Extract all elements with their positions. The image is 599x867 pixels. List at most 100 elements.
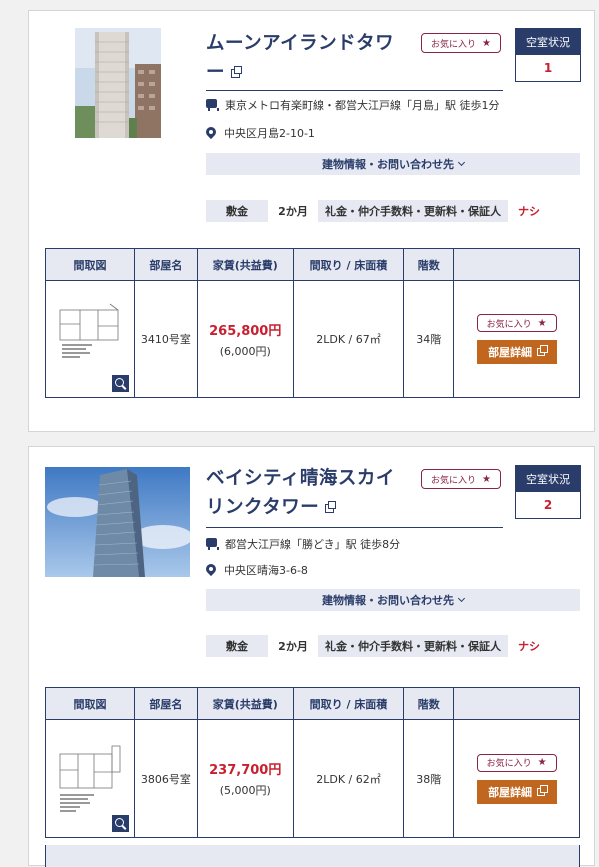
- external-link-icon: [231, 65, 243, 78]
- table-row: [45, 845, 580, 867]
- room-favorite-button[interactable]: お気に入り ★: [476, 753, 557, 772]
- actions-cell: お気に入り ★ 部屋詳細: [453, 280, 580, 398]
- col-layout: 間取り / 床面積: [293, 248, 405, 281]
- station-info: 都営大江戸線「勝どき」駅 徒歩8分: [206, 536, 400, 552]
- room-favorite-label: お気に入り: [486, 319, 532, 330]
- table-header-row: 間取図 部屋名 家賃(共益費) 間取り / 床面積 階数: [45, 687, 580, 720]
- external-link-icon: [537, 345, 549, 356]
- building-info-label: 建物情報・お問い合わせ先: [322, 594, 454, 607]
- map-pin-icon: [206, 564, 216, 576]
- star-icon: ★: [537, 757, 547, 768]
- favorite-label: お気に入り: [431, 475, 477, 486]
- col-room-name: 部屋名: [134, 248, 198, 281]
- fees-label: 礼金・仲介手数料・更新料・保証人: [318, 635, 508, 657]
- deposit-value: 2か月: [278, 640, 308, 653]
- train-icon: [206, 99, 219, 111]
- station-text: 都営大江戸線「勝どき」駅 徒歩8分: [225, 538, 401, 551]
- col-actions: [453, 687, 580, 720]
- col-floorplan: 間取図: [45, 248, 135, 281]
- vacancy-count: 1: [543, 61, 553, 75]
- deposit-label: 敷金: [206, 635, 268, 657]
- deposit-value: 2か月: [278, 205, 308, 218]
- external-link-icon: [325, 500, 337, 513]
- deposit-label: 敷金: [206, 200, 268, 222]
- col-room-name: 部屋名: [134, 687, 198, 720]
- table-header-row: 間取図 部屋名 家賃(共益費) 間取り / 床面積 階数: [45, 248, 580, 281]
- col-floor: 階数: [403, 687, 455, 720]
- station-text: 東京メトロ有楽町線・都営大江戸線「月島」駅 徒歩1分: [225, 99, 500, 112]
- vacancy-count: 2: [543, 498, 553, 512]
- favorite-label: お気に入り: [431, 39, 477, 50]
- address-info: 中央区月島2-10-1: [206, 125, 315, 141]
- vacancy-label: 空室状況: [516, 466, 580, 492]
- star-icon: ★: [482, 37, 491, 49]
- favorite-button[interactable]: お気に入り ★: [421, 33, 501, 53]
- building-name[interactable]: ムーンアイランドタワー: [206, 29, 396, 87]
- building-photo[interactable]: [75, 28, 161, 138]
- table-row: 3410号室 265,800円 (6,000円) 2LDK / 67㎡ 34階 …: [45, 280, 580, 398]
- col-layout: 間取り / 床面積: [293, 687, 405, 720]
- fees-label: 礼金・仲介手数料・更新料・保証人: [318, 200, 508, 222]
- favorite-button[interactable]: お気に入り ★: [421, 469, 501, 489]
- address-info: 中央区晴海3-6-8: [206, 562, 308, 578]
- vacancy-box[interactable]: 空室状況 1: [515, 28, 581, 82]
- col-rent: 家賃(共益費): [197, 248, 294, 281]
- room-detail-button[interactable]: 部屋詳細: [476, 779, 557, 804]
- building-photo[interactable]: [45, 467, 190, 577]
- train-icon: [206, 538, 219, 550]
- col-rent: 家賃(共益費): [197, 687, 294, 720]
- star-icon: ★: [537, 317, 547, 329]
- deposit-row: 敷金 2か月 礼金・仲介手数料・更新料・保証人 ナシ: [206, 200, 540, 222]
- address-text: 中央区晴海3-6-8: [224, 564, 308, 577]
- common-fee: (5,000円): [219, 784, 271, 797]
- rent-cell: 265,800円 (6,000円): [196, 280, 294, 398]
- floor-number: 34階: [403, 280, 455, 398]
- layout-area: 2LDK / 67㎡: [292, 280, 405, 398]
- divider: [206, 90, 503, 91]
- station-info: 東京メトロ有楽町線・都営大江戸線「月島」駅 徒歩1分: [206, 97, 500, 113]
- vacancy-box[interactable]: 空室状況 2: [515, 465, 581, 519]
- floorplan-cell: [45, 280, 135, 398]
- col-actions: [453, 248, 580, 281]
- star-icon: ★: [482, 473, 491, 485]
- room-favorite-button[interactable]: お気に入り ★: [476, 314, 557, 332]
- layout-area: 2LDK / 62㎡: [292, 719, 405, 838]
- floorplan-thumbnail[interactable]: [47, 723, 132, 834]
- col-floorplan: 間取図: [45, 687, 135, 720]
- room-detail-button[interactable]: 部屋詳細: [476, 340, 557, 364]
- external-link-icon: [537, 784, 549, 796]
- chevron-down-icon: [457, 594, 466, 603]
- actions-cell: お気に入り ★ 部屋詳細: [453, 719, 580, 838]
- rent-cell: 237,700円 (5,000円): [196, 719, 294, 838]
- room-name: 3410号室: [133, 280, 198, 398]
- deposit-row: 敷金 2か月 礼金・仲介手数料・更新料・保証人 ナシ: [206, 635, 540, 657]
- room-detail-label: 部屋詳細: [488, 346, 533, 359]
- room-name: 3806号室: [133, 719, 198, 838]
- room-favorite-label: お気に入り: [486, 759, 532, 769]
- room-table: 間取図 部屋名 家賃(共益費) 間取り / 床面積 階数: [45, 248, 580, 398]
- fees-value: ナシ: [518, 205, 540, 218]
- listing-card: ムーンアイランドタワー お気に入り ★ 空室状況 1 東京メトロ有楽町線・都営大江…: [28, 10, 595, 432]
- common-fee: (6,000円): [219, 344, 271, 358]
- building-info-label: 建物情報・お問い合わせ先: [322, 158, 454, 171]
- building-info-button[interactable]: 建物情報・お問い合わせ先: [206, 589, 580, 611]
- address-text: 中央区月島2-10-1: [224, 127, 315, 140]
- table-row: 3806号室 237,700円 (5,000円) 2LDK / 62㎡ 38階 …: [45, 719, 580, 838]
- chevron-down-icon: [457, 158, 466, 167]
- room-detail-label: 部屋詳細: [488, 785, 533, 799]
- map-pin-icon: [206, 127, 216, 139]
- vacancy-label: 空室状況: [516, 29, 580, 55]
- zoom-icon[interactable]: [111, 375, 129, 392]
- listing-card: ベイシティ晴海スカイリンクタワー お気に入り ★ 空室状況 2 都営大江戸線「勝ど…: [28, 446, 595, 867]
- rent-value: 265,800円: [209, 323, 282, 339]
- zoom-icon[interactable]: [111, 814, 129, 832]
- divider: [206, 527, 503, 528]
- floor-number: 38階: [403, 719, 455, 838]
- room-table: 間取図 部屋名 家賃(共益費) 間取り / 床面積 階数: [45, 687, 580, 838]
- fees-value: ナシ: [518, 640, 540, 653]
- floorplan-cell: [45, 719, 135, 838]
- building-name[interactable]: ベイシティ晴海スカイリンクタワー: [206, 464, 396, 522]
- floorplan-thumbnail[interactable]: [47, 284, 132, 394]
- rent-value: 237,700円: [209, 763, 282, 778]
- building-info-button[interactable]: 建物情報・お問い合わせ先: [206, 153, 580, 175]
